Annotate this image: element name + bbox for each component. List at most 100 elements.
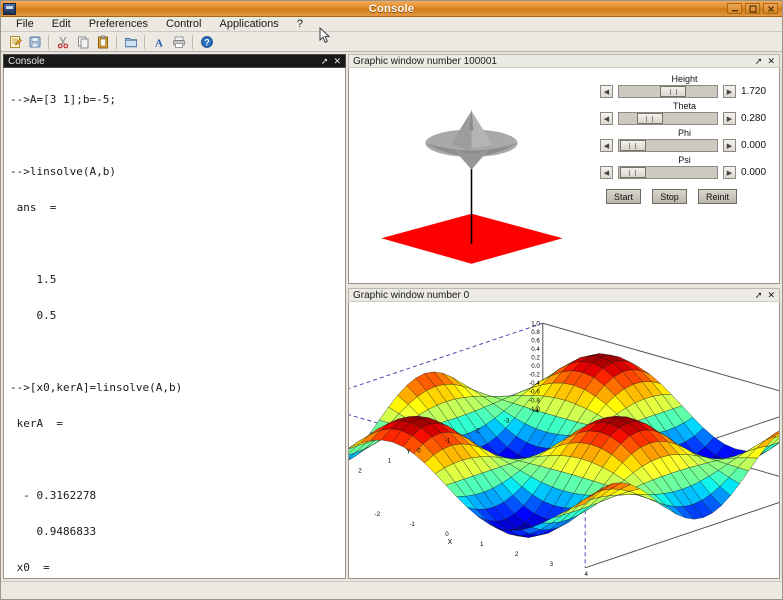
slider-group-psi: Psi ◀ ▶ 0.000 [594, 155, 775, 179]
menu-help-label: ? [297, 18, 303, 30]
menu-edit-label: Edit [52, 18, 71, 30]
slider-track-phi[interactable] [618, 139, 718, 152]
svg-text:0.6: 0.6 [531, 337, 540, 344]
slider-left-arrow-psi[interactable]: ◀ [600, 166, 613, 179]
graphic-window-1-body[interactable]: Height ◀ ▶ 1.720 [348, 68, 780, 284]
svg-text:?: ? [204, 37, 210, 47]
svg-text:0.0: 0.0 [531, 363, 540, 370]
help-icon[interactable]: ? [197, 33, 216, 51]
menu-applications-label: Applications [219, 18, 278, 30]
slider-left-arrow-height[interactable]: ◀ [600, 85, 613, 98]
start-button[interactable]: Start [606, 189, 641, 204]
graphic-window-1-controls: Height ◀ ▶ 1.720 [594, 68, 779, 283]
menu-edit[interactable]: Edit [43, 17, 80, 32]
graphic-window-2-body[interactable]: 1.00.80.60.40.20.0-0.2-0.4-0.6-0.8-1.0-4… [348, 302, 780, 579]
slider-right-arrow-theta[interactable]: ▶ [723, 112, 736, 125]
console-line: 1.5 [10, 274, 341, 288]
window-titlebar: Console [1, 1, 782, 17]
window-title: Console [1, 3, 782, 15]
svg-text:0.8: 0.8 [531, 329, 540, 336]
open-file-icon[interactable] [25, 33, 44, 51]
svg-text:Y: Y [406, 449, 411, 456]
minimize-button[interactable] [727, 3, 742, 14]
console-line: 0.5 [10, 310, 341, 324]
svg-text:1: 1 [388, 457, 392, 464]
graphic-window-1-tools: ➚ ✕ [755, 57, 775, 66]
paste-icon[interactable] [93, 33, 112, 51]
toolbar-separator [48, 35, 49, 49]
scilab-console-window: Console File Edit Preferences Control Ap… [0, 0, 783, 600]
slider-label-height: Height [594, 74, 775, 84]
menu-applications[interactable]: Applications [210, 17, 287, 32]
svg-text:-1: -1 [445, 438, 451, 445]
slider-thumb-phi[interactable] [620, 140, 646, 151]
graphic-window-2-header: Graphic window number 0 ➚ ✕ [348, 288, 780, 302]
spinning-top-scene[interactable] [349, 68, 594, 283]
graphic-window-1-dock: Graphic window number 100001 ➚ ✕ [348, 54, 780, 284]
slider-left-arrow-theta[interactable]: ◀ [600, 112, 613, 125]
graphic-window-2-dock: Graphic window number 0 ➚ ✕ 1.00.80.60.4… [348, 288, 780, 579]
slider-right-arrow-psi[interactable]: ▶ [723, 166, 736, 179]
undock-icon[interactable]: ➚ [755, 57, 763, 66]
new-file-icon[interactable] [5, 33, 24, 51]
svg-text:X: X [448, 539, 453, 546]
console-line: -->linsolve(A,b) [10, 166, 341, 180]
menu-file[interactable]: File [7, 17, 43, 32]
undock-icon[interactable]: ➚ [755, 291, 763, 300]
svg-text:-0.2: -0.2 [529, 372, 540, 379]
slider-thumb-theta[interactable] [637, 113, 663, 124]
svg-text:1: 1 [480, 541, 484, 548]
print-icon[interactable] [169, 33, 188, 51]
svg-text:3: 3 [550, 561, 554, 568]
svg-text:-2: -2 [375, 511, 381, 518]
slider-right-arrow-height[interactable]: ▶ [723, 85, 736, 98]
console-line: x0 = [10, 562, 341, 576]
slider-track-psi[interactable] [618, 166, 718, 179]
cut-icon[interactable] [53, 33, 72, 51]
slider-group-height: Height ◀ ▶ 1.720 [594, 74, 775, 98]
console-body-container[interactable]: -->A=[3 1];b=-5; -->linsolve(A,b) ans = … [3, 68, 346, 579]
menu-preferences-label: Preferences [89, 18, 148, 30]
open-folder-icon[interactable] [121, 33, 140, 51]
svg-text:0.4: 0.4 [531, 346, 540, 353]
console-line [10, 346, 341, 360]
console-line: -->[x0,kerA]=linsolve(A,b) [10, 382, 341, 396]
font-icon[interactable]: A [149, 33, 168, 51]
graphics-pane: Graphic window number 100001 ➚ ✕ [348, 54, 780, 579]
graphic-window-1-header: Graphic window number 100001 ➚ ✕ [348, 54, 780, 68]
menu-help[interactable]: ? [288, 17, 312, 32]
toolbar-separator [144, 35, 145, 49]
slider-thumb-height[interactable] [660, 86, 686, 97]
status-bar [1, 581, 782, 599]
console-line: -->A=[3 1];b=-5; [10, 94, 341, 108]
svg-text:-3: -3 [504, 418, 510, 425]
main-content: Console ➚ ✕ -->A=[3 1];b=-5; -->linsolve… [1, 52, 782, 581]
close-icon[interactable]: ✕ [767, 291, 775, 300]
slider-right-arrow-phi[interactable]: ▶ [723, 139, 736, 152]
console-output[interactable]: -->A=[3 1];b=-5; -->linsolve(A,b) ans = … [4, 68, 345, 578]
undock-icon[interactable]: ➚ [321, 57, 329, 66]
toolbar-separator [116, 35, 117, 49]
console-dock: Console ➚ ✕ -->A=[3 1];b=-5; -->linsolve… [3, 54, 346, 579]
stop-button[interactable]: Stop [652, 189, 687, 204]
menu-control[interactable]: Control [157, 17, 210, 32]
console-line [10, 238, 341, 252]
slider-thumb-psi[interactable] [620, 167, 646, 178]
svg-text:0: 0 [417, 448, 421, 455]
svg-text:0: 0 [445, 531, 449, 538]
toolbar-separator [192, 35, 193, 49]
close-icon[interactable]: ✕ [767, 57, 775, 66]
console-dock-header: Console ➚ ✕ [3, 54, 346, 68]
close-icon[interactable]: ✕ [333, 57, 341, 66]
svg-text:-0.8: -0.8 [529, 397, 540, 404]
copy-icon[interactable] [73, 33, 92, 51]
menu-preferences[interactable]: Preferences [80, 17, 157, 32]
maximize-button[interactable] [745, 3, 760, 14]
console-line [10, 130, 341, 144]
reinit-button[interactable]: Reinit [698, 189, 737, 204]
slider-track-theta[interactable] [618, 112, 718, 125]
slider-left-arrow-phi[interactable]: ◀ [600, 139, 613, 152]
close-button[interactable] [763, 3, 778, 14]
surface-plot[interactable]: 1.00.80.60.40.20.0-0.2-0.4-0.6-0.8-1.0-4… [349, 302, 779, 578]
slider-track-height[interactable] [618, 85, 718, 98]
